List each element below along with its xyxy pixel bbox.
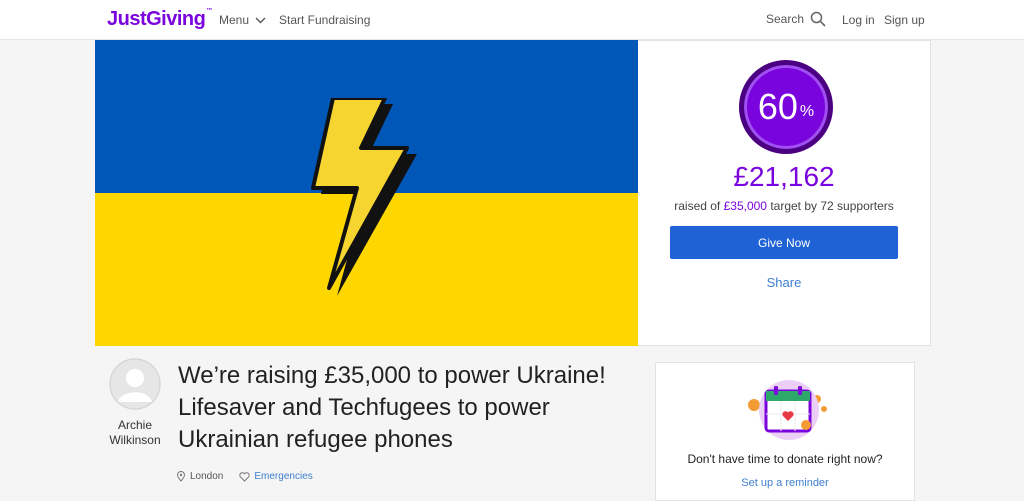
location-text: London bbox=[190, 471, 224, 482]
location-pin-icon bbox=[176, 471, 186, 482]
amount-raised: £21,162 bbox=[733, 161, 835, 192]
target-amount: £35,000 bbox=[723, 199, 767, 213]
page-title: We’re raising £35,000 to power Ukraine! … bbox=[178, 362, 606, 453]
reminder-card: Don't have time to donate right now? Set… bbox=[655, 362, 915, 501]
search-label: Search bbox=[766, 12, 805, 26]
search-button[interactable]: Search bbox=[766, 11, 826, 27]
target-mid: target by bbox=[766, 199, 821, 213]
logo-text: JustGiving bbox=[107, 8, 206, 30]
organiser-name[interactable]: Archie Wilkinson bbox=[100, 418, 170, 448]
give-now-button[interactable]: Give Now bbox=[670, 226, 898, 259]
start-fundraising-link[interactable]: Start Fundraising bbox=[279, 13, 370, 27]
set-reminder-link[interactable]: Set up a reminder bbox=[656, 477, 914, 489]
user-silhouette-icon bbox=[109, 358, 161, 410]
menu-label: Menu bbox=[219, 13, 250, 27]
signup-link[interactable]: Sign up bbox=[884, 13, 925, 27]
heart-icon bbox=[239, 471, 251, 482]
chevron-down-icon bbox=[255, 17, 266, 23]
raised-prefix: raised of bbox=[674, 199, 724, 213]
login-link[interactable]: Log in bbox=[842, 13, 875, 27]
menu-button[interactable]: Menu bbox=[219, 13, 266, 27]
calendar-illustration bbox=[746, 379, 832, 450]
search-icon bbox=[810, 11, 826, 27]
avatar[interactable] bbox=[109, 358, 161, 410]
lightning-bolt-icon bbox=[311, 98, 417, 296]
share-link[interactable]: Share bbox=[638, 275, 930, 290]
category-link[interactable]: Emergencies bbox=[254, 471, 312, 482]
percent-symbol: % bbox=[799, 103, 815, 120]
hero-image bbox=[95, 40, 638, 346]
raised-summary: raised of £35,000 target by 72 supporter… bbox=[638, 199, 930, 213]
justgiving-logo[interactable]: JustGiving™ bbox=[107, 8, 212, 31]
progress-ring: 60 % bbox=[739, 60, 833, 154]
logo-trademark: ™ bbox=[206, 8, 212, 14]
supporters-count: 72 supporters bbox=[820, 199, 894, 213]
percent-value: 60 bbox=[757, 86, 798, 127]
top-nav: JustGiving™ Menu Start Fundraising Searc… bbox=[0, 0, 1024, 40]
donation-panel: 60 % £21,162 raised of £35,000 target by… bbox=[638, 40, 931, 346]
progress-percentage: 60 % bbox=[744, 65, 828, 149]
page-meta: London Emergencies bbox=[176, 471, 313, 482]
reminder-text: Don't have time to donate right now? bbox=[687, 452, 883, 466]
calendar-heart-icon bbox=[748, 380, 827, 440]
